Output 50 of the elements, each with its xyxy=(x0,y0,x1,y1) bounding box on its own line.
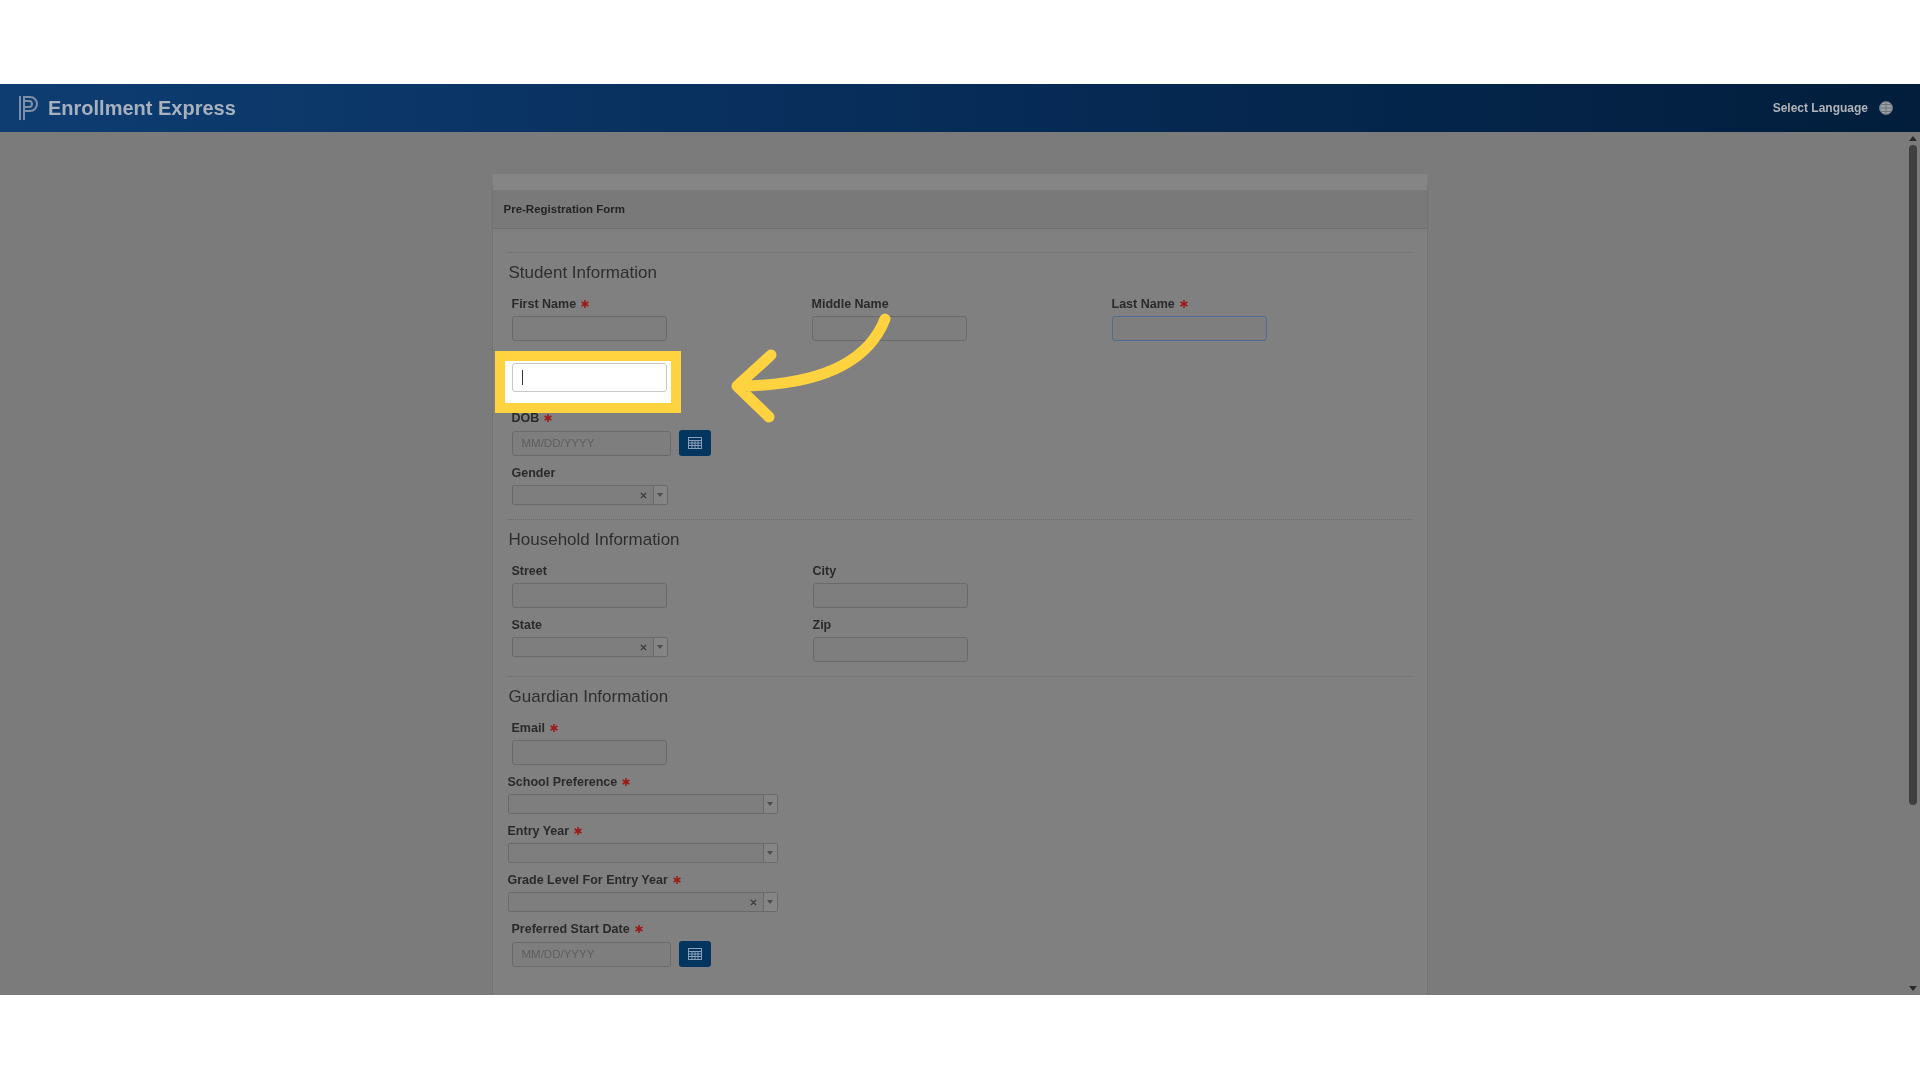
field-label: State xyxy=(511,618,543,632)
app-title: Enrollment Express xyxy=(48,96,236,120)
required-icon xyxy=(622,778,631,786)
input-field[interactable] xyxy=(511,363,667,392)
section-heading: Household Information xyxy=(508,530,681,550)
clear-icon[interactable] xyxy=(749,898,757,906)
field-label: Street xyxy=(511,564,547,578)
required-icon xyxy=(1179,300,1188,308)
field-label: Preferred Start Date xyxy=(511,922,630,936)
required-icon xyxy=(574,827,583,835)
field-label: Entry Year xyxy=(507,824,570,838)
field-label: City xyxy=(812,564,837,578)
field-label: Last Name xyxy=(1111,297,1175,311)
field-label: DOB xyxy=(511,411,540,425)
required-icon xyxy=(672,876,681,884)
dropdown[interactable] xyxy=(511,485,668,505)
field-label: Zip xyxy=(812,618,832,632)
clear-icon[interactable] xyxy=(639,491,647,499)
dropdown[interactable] xyxy=(507,794,778,814)
text-field[interactable] xyxy=(1111,316,1267,341)
field-label: Middle Name xyxy=(811,297,889,311)
required-icon xyxy=(549,724,558,732)
required-icon xyxy=(544,414,553,422)
caret-icon xyxy=(767,802,773,806)
logo-icon xyxy=(18,95,40,121)
calendar-button[interactable] xyxy=(678,941,711,967)
clear-icon[interactable] xyxy=(639,643,647,651)
field-label: Email xyxy=(511,721,545,735)
caret-icon xyxy=(657,493,663,497)
calendar-icon xyxy=(687,437,702,449)
select-language-link[interactable]: Select Language xyxy=(1772,101,1868,115)
globe-icon[interactable] xyxy=(1878,100,1894,116)
section-heading: Guardian Information xyxy=(508,687,670,707)
calendar-button[interactable] xyxy=(678,430,711,456)
dropdown[interactable] xyxy=(511,637,668,657)
caret-icon xyxy=(767,851,773,855)
field-label: Gender xyxy=(511,466,556,480)
field-label: School Preference xyxy=(507,775,618,789)
field-label: Grade Level For Entry Year xyxy=(507,873,668,887)
form-title: Pre-Registration Form xyxy=(503,203,625,215)
caret-icon xyxy=(657,645,663,649)
dropdown[interactable] xyxy=(507,843,778,863)
section-heading: Student Information xyxy=(508,263,658,283)
required-icon xyxy=(581,300,590,308)
calendar-icon xyxy=(687,948,702,960)
field-label: First Name xyxy=(511,297,577,311)
caret-icon xyxy=(767,900,773,904)
text-field[interactable] xyxy=(811,316,967,341)
dropdown[interactable] xyxy=(507,892,778,912)
required-icon xyxy=(634,925,643,933)
